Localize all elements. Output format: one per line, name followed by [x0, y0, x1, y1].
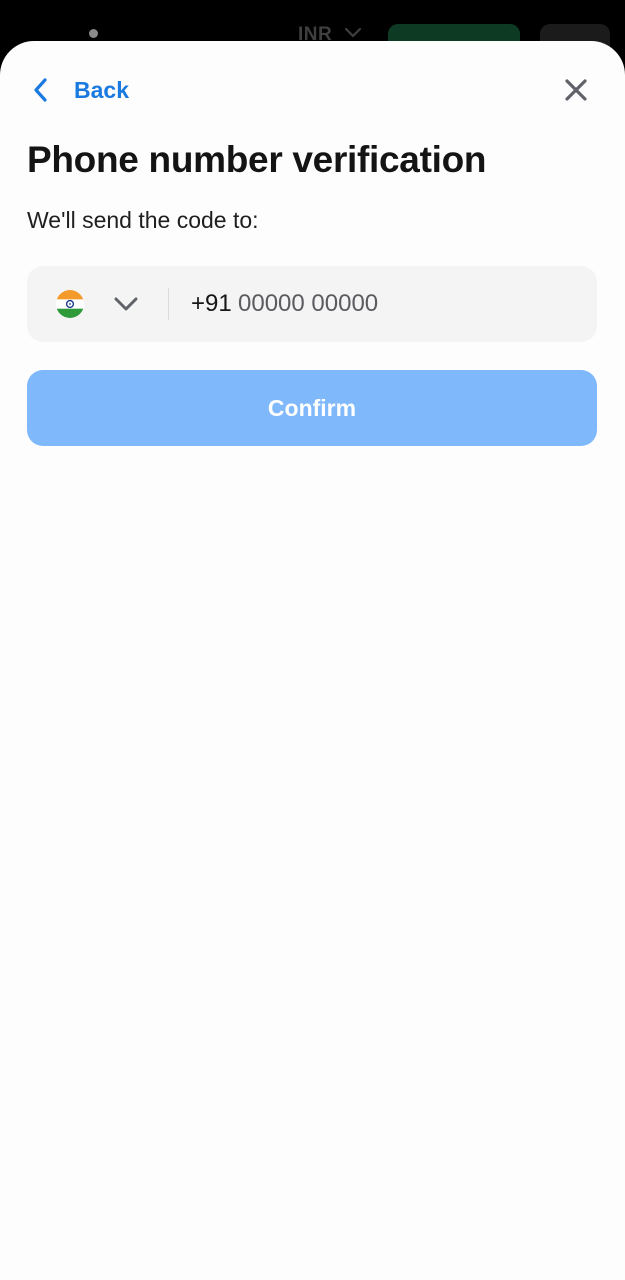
confirm-button[interactable]: Confirm — [27, 370, 597, 446]
chevron-left-icon — [34, 78, 47, 102]
chevron-down-icon — [114, 297, 138, 311]
phone-number-input[interactable] — [238, 284, 578, 324]
field-divider — [168, 288, 169, 320]
subtitle: We'll send the code to: — [27, 207, 259, 233]
status-dot — [89, 29, 98, 38]
dial-code: +91 — [191, 290, 232, 317]
close-icon — [565, 79, 587, 101]
page-title: Phone number verification — [27, 139, 487, 180]
back-button[interactable]: Back — [30, 72, 129, 108]
india-flag-icon — [56, 290, 84, 318]
close-button[interactable] — [558, 72, 594, 108]
phone-number-field: +91 — [27, 266, 597, 342]
chevron-down-icon — [344, 27, 362, 38]
country-code-selector[interactable] — [27, 266, 169, 342]
back-label: Back — [74, 76, 129, 103]
